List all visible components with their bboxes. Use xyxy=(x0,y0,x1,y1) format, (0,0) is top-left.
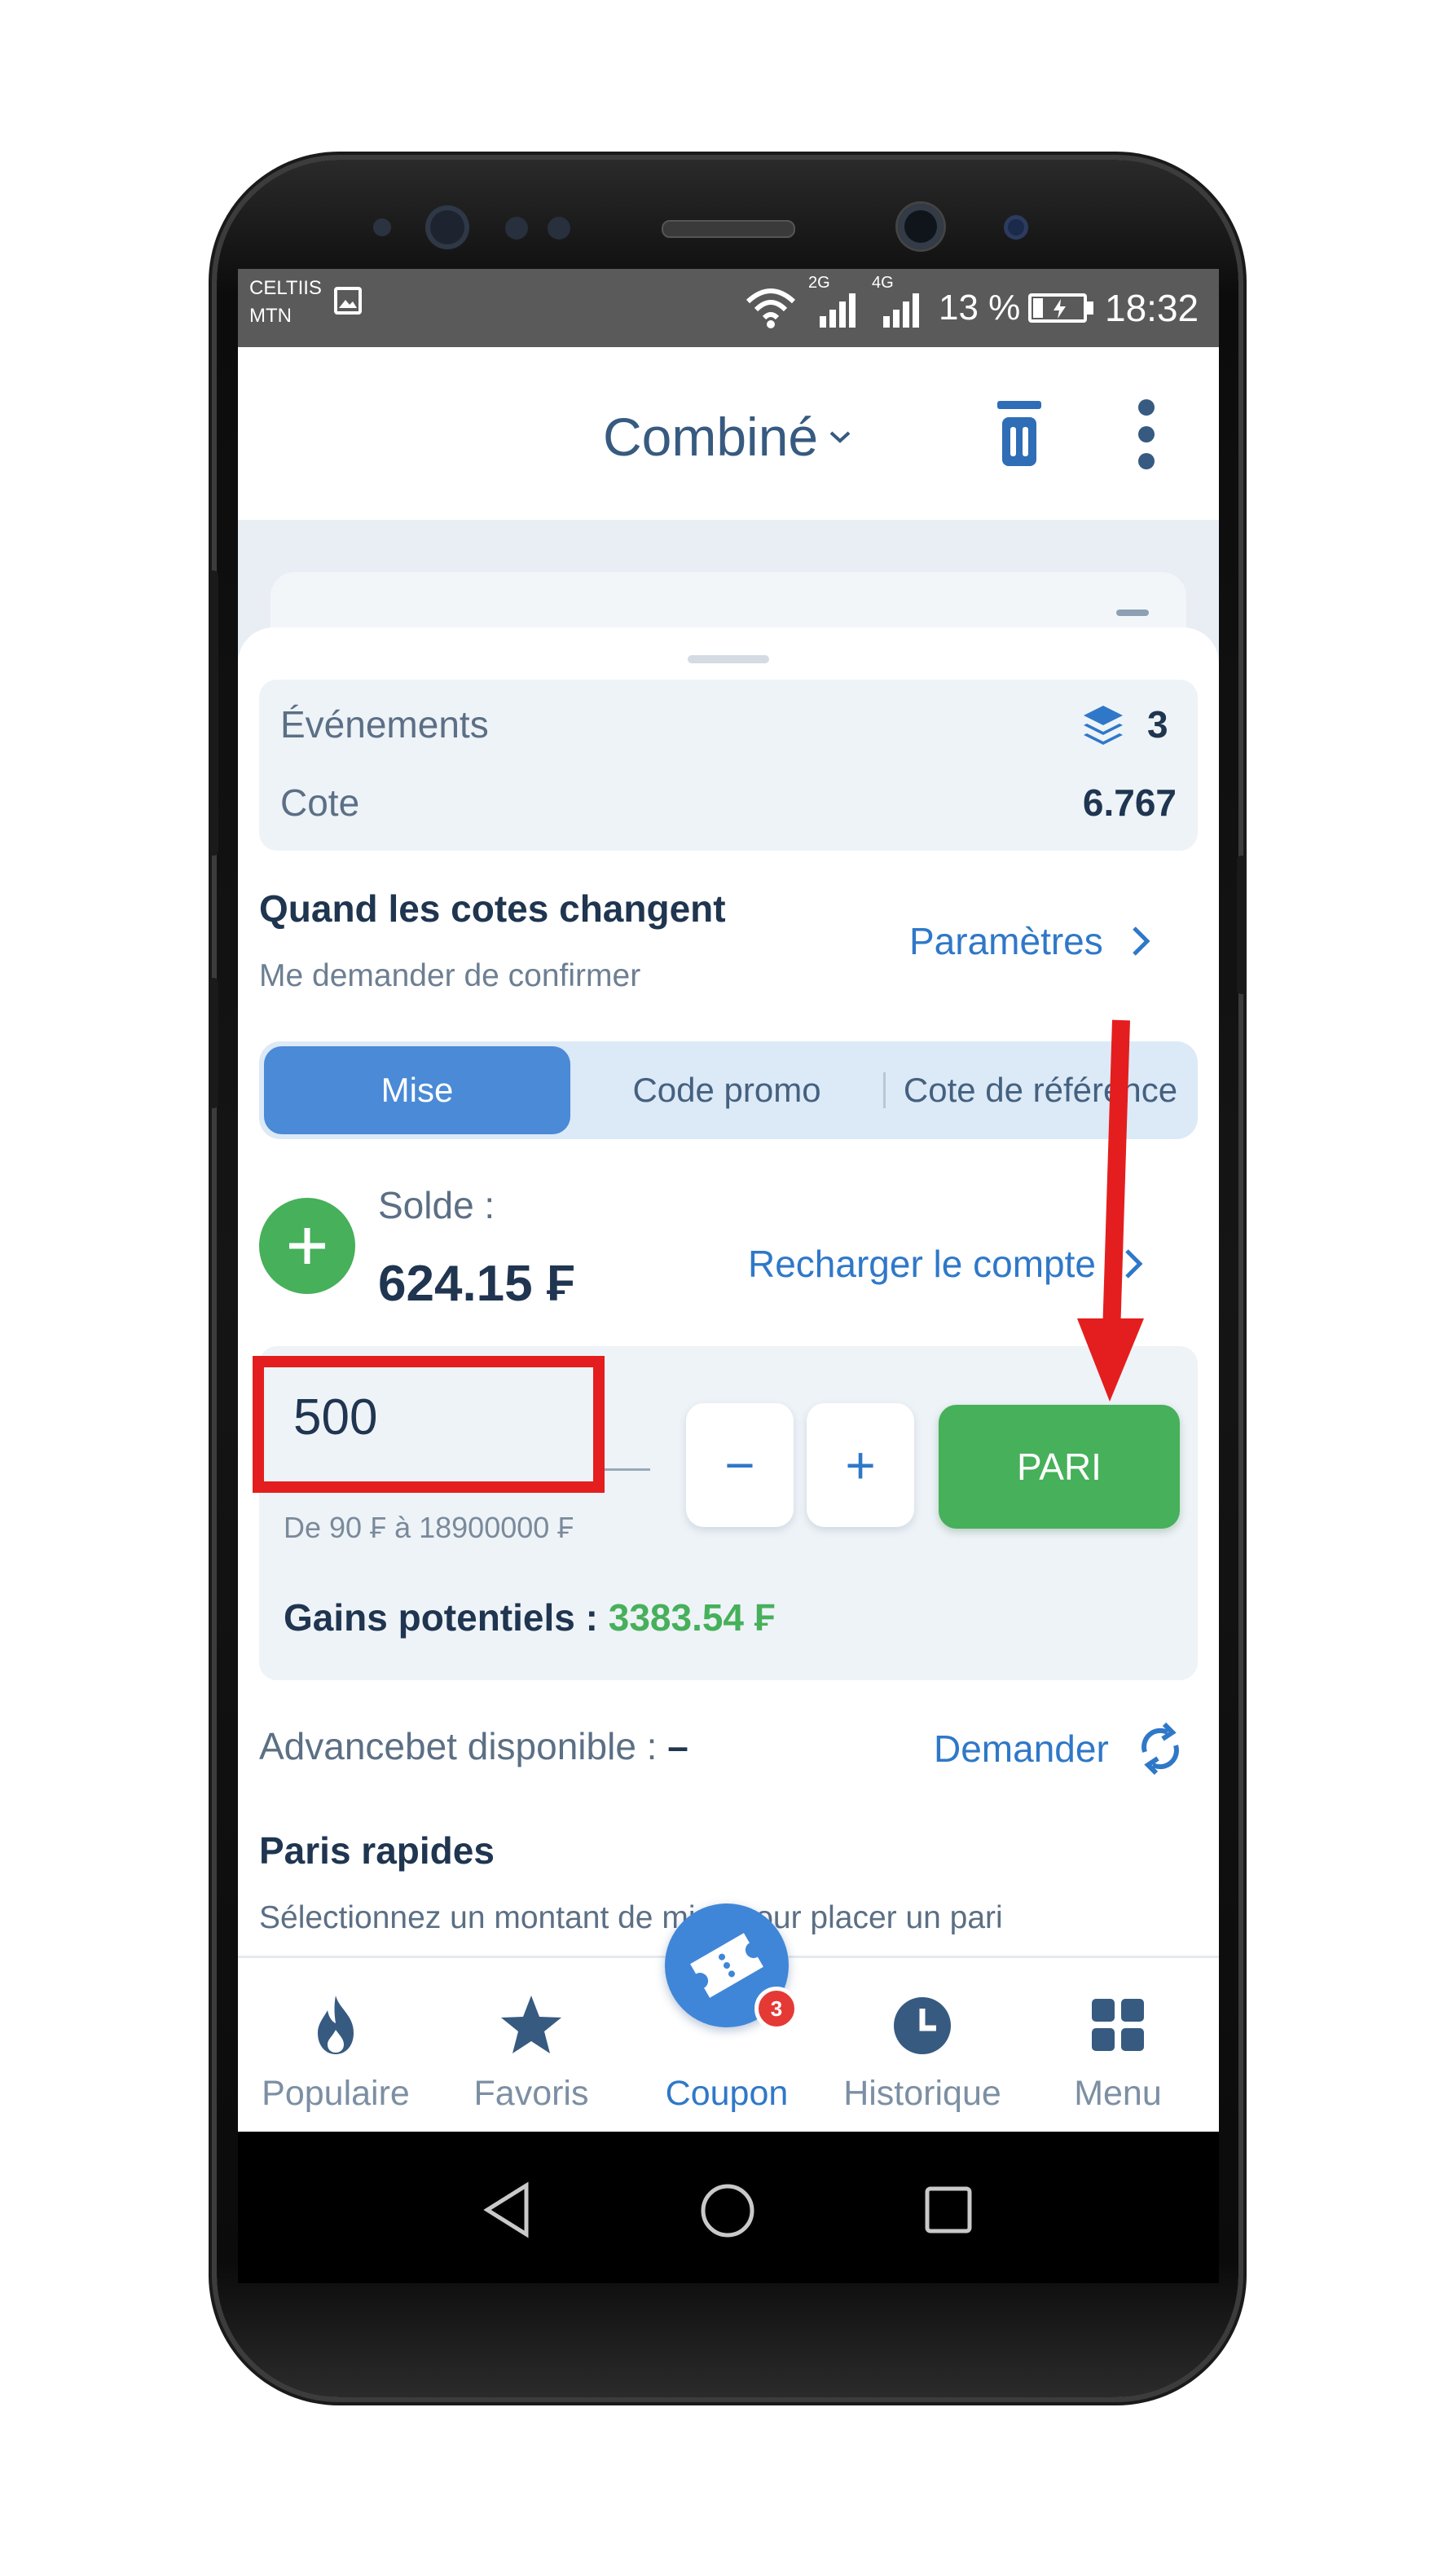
network-type-label: 4G xyxy=(872,274,894,292)
battery-percent: 13 % xyxy=(939,288,1021,328)
layers-icon xyxy=(1084,706,1123,745)
potential-winnings-value: 3383.54 ₣ xyxy=(608,1596,776,1639)
nav-coupon-label: Coupon xyxy=(665,2074,789,2113)
clock-time: 18:32 xyxy=(1105,287,1199,329)
nav-favorites-label: Favoris xyxy=(473,2074,589,2113)
odds-value: 6.767 xyxy=(1082,781,1177,824)
tab-reference-odds[interactable]: Cote de référence xyxy=(886,1046,1194,1134)
drag-handle[interactable] xyxy=(688,655,769,663)
iris-sensor xyxy=(1004,215,1028,240)
flame-icon xyxy=(318,1996,354,2054)
tab-stake-label: Mise xyxy=(380,1071,454,1109)
settings-link-label: Paramètres xyxy=(909,920,1103,962)
app-header: Combiné xyxy=(238,347,1219,520)
coupon-count-badge: 3 xyxy=(754,1987,798,2031)
request-advancebet-label: Demander xyxy=(934,1727,1109,1770)
signal-icon xyxy=(883,293,919,328)
phone-side-button xyxy=(209,978,218,1108)
odds-label: Cote xyxy=(280,781,360,824)
advancebet-label: Advancebet disponible : xyxy=(259,1725,658,1767)
chevron-down-icon xyxy=(829,431,851,443)
stake-input-underline xyxy=(605,1468,650,1471)
background-card-handle xyxy=(1116,610,1149,616)
image-notification-icon xyxy=(334,287,362,315)
nav-favorites[interactable]: Favoris xyxy=(433,1958,629,2134)
signal-icon xyxy=(820,293,856,328)
increase-stake-button[interactable]: + xyxy=(807,1403,914,1527)
plus-icon: + xyxy=(845,1436,876,1494)
balance-value: 624.15 ₣ xyxy=(378,1256,575,1312)
tab-promo-code-label: Code promo xyxy=(632,1071,821,1109)
nav-popular[interactable]: Populaire xyxy=(238,1958,433,2134)
network-type-label: 2G xyxy=(808,274,830,292)
phone-screen: CELTIIS MTN 2G 4G 13 % 18:32 Combiné Évé… xyxy=(238,269,1219,2283)
earpiece-speaker xyxy=(662,220,795,238)
trash-icon[interactable] xyxy=(996,399,1043,468)
red-arrow-annotation xyxy=(1077,1019,1144,1402)
nav-history-label: Historique xyxy=(843,2074,1001,2113)
stake-highlight-box xyxy=(253,1356,605,1493)
sensor-dot xyxy=(548,217,570,240)
nav-popular-label: Populaire xyxy=(262,2074,410,2113)
plus-icon xyxy=(289,1228,325,1264)
place-bet-label: PARI xyxy=(1017,1446,1102,1488)
potential-winnings: Gains potentiels : 3383.54 ₣ xyxy=(284,1595,775,1639)
status-bar: CELTIIS MTN 2G 4G 13 % 18:32 xyxy=(238,269,1219,347)
recharge-account-label: Recharger le compte xyxy=(748,1243,1096,1285)
battery-tip xyxy=(1087,301,1093,315)
place-bet-button[interactable]: PARI xyxy=(939,1405,1180,1529)
bet-slip-sheet: Événements 3 Cote 6.767 Quand les cotes … xyxy=(238,627,1219,1972)
front-camera xyxy=(898,204,944,249)
balance-label: Solde : xyxy=(378,1184,495,1226)
home-icon[interactable] xyxy=(699,2182,756,2239)
request-advancebet-link[interactable]: Demander xyxy=(934,1716,1185,1781)
front-sensor xyxy=(425,205,469,249)
clock-icon xyxy=(894,1997,951,2054)
quick-bets-subtitle: Sélectionnez un montant de mise pour pla… xyxy=(259,1900,1003,1935)
advancebet-value: – xyxy=(667,1725,688,1767)
settings-link[interactable]: Paramètres xyxy=(909,913,1150,970)
nav-history[interactable]: Historique xyxy=(825,1958,1020,2134)
sensor-dot xyxy=(505,217,528,240)
quick-bets-title: Paris rapides xyxy=(259,1829,495,1872)
nav-menu-label: Menu xyxy=(1074,2074,1162,2113)
events-count: 3 xyxy=(1147,703,1168,746)
tab-bar: Mise Code promo Cote de référence xyxy=(259,1041,1198,1139)
system-navigation-bar xyxy=(238,2132,1219,2283)
tab-divider xyxy=(883,1072,886,1108)
stake-range: De 90 ₣ à 18900000 ₣ xyxy=(284,1511,574,1544)
coupon-count-value: 3 xyxy=(770,1996,783,2021)
advancebet-row: Advancebet disponible : – xyxy=(259,1724,688,1768)
nav-menu[interactable]: Menu xyxy=(1020,1958,1216,2134)
odds-change-subtitle: Me demander de confirmer xyxy=(259,958,641,993)
tab-promo-code[interactable]: Code promo xyxy=(570,1046,883,1134)
potential-winnings-label: Gains potentiels : xyxy=(284,1596,598,1639)
decrease-stake-button[interactable]: − xyxy=(686,1403,794,1527)
back-icon[interactable] xyxy=(481,2181,533,2239)
tab-stake[interactable]: Mise xyxy=(264,1046,570,1134)
wifi-icon xyxy=(746,288,796,328)
refresh-icon xyxy=(1141,1722,1179,1776)
grid-icon xyxy=(1092,1999,1144,2051)
page-title: Combiné xyxy=(603,407,819,467)
odds-change-title: Quand les cotes changent xyxy=(259,887,726,930)
carrier-name: MTN xyxy=(249,305,292,327)
summary-card: Événements 3 Cote 6.767 xyxy=(259,680,1198,851)
phone-side-button xyxy=(1237,856,1247,994)
battery-icon xyxy=(1028,293,1087,323)
add-funds-button[interactable] xyxy=(259,1198,355,1294)
chevron-right-icon xyxy=(1132,926,1150,956)
events-label: Événements xyxy=(280,703,489,746)
carrier-name: CELTIIS xyxy=(249,277,322,299)
star-icon xyxy=(501,1996,561,2053)
recents-icon[interactable] xyxy=(924,2185,973,2234)
sensor-dot xyxy=(373,218,391,236)
minus-icon: − xyxy=(724,1436,755,1494)
bet-type-selector[interactable]: Combiné xyxy=(603,404,852,469)
more-options-icon[interactable] xyxy=(1136,398,1157,471)
phone-side-button xyxy=(209,570,218,856)
